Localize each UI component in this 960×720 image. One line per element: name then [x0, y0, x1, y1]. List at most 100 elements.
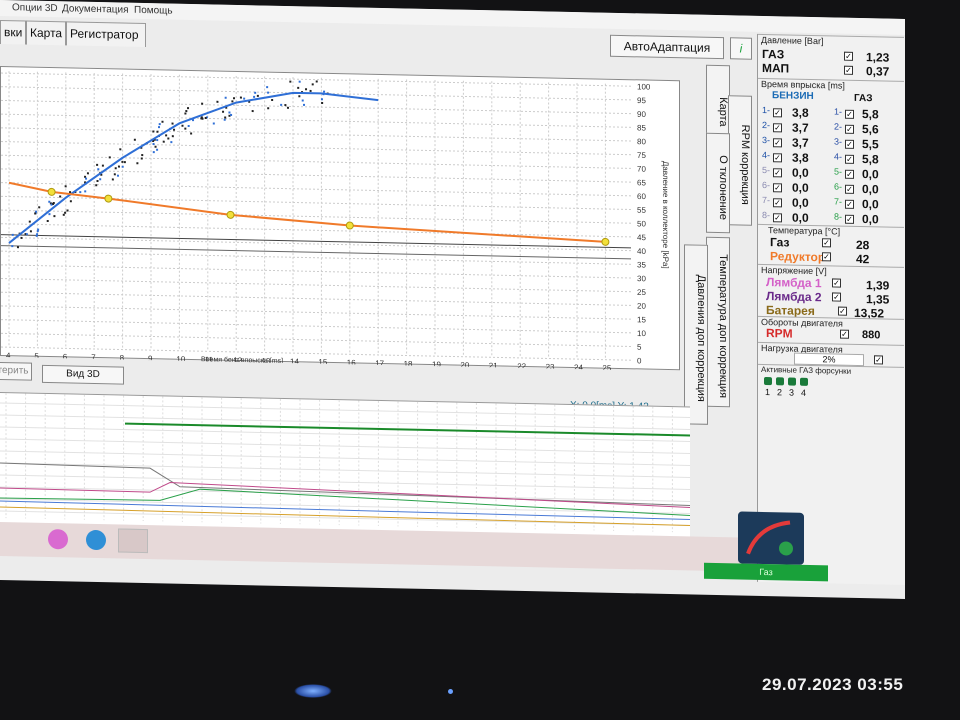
stub-button[interactable]: терить	[0, 361, 32, 381]
tab-vertical-deviation[interactable]: О тклонение	[706, 132, 730, 234]
lambda2-checkbox[interactable]: ✓	[832, 292, 841, 302]
tab-vertical-rpm[interactable]: RPM коррекция	[728, 95, 752, 226]
y-tick-label: 50	[637, 219, 646, 228]
scatter-point	[52, 202, 55, 205]
program-logo	[738, 511, 804, 565]
scatter-point	[96, 163, 99, 166]
y-tick-label: 0	[637, 356, 642, 365]
scatter-point	[85, 177, 88, 180]
orange-point[interactable]	[226, 210, 235, 219]
scatter-point	[181, 124, 184, 127]
load-checkbox[interactable]: ✓	[874, 355, 883, 365]
x-tick-label: 5	[34, 352, 39, 361]
gas-injector-checkbox[interactable]: ✓	[845, 124, 854, 134]
scatter-point	[114, 167, 117, 170]
rpm-value: 880	[862, 329, 881, 342]
x-tick-label: 15	[318, 358, 327, 367]
gas-injector-checkbox[interactable]: ✓	[845, 199, 854, 209]
scatter-point	[187, 107, 190, 110]
scatter-point	[59, 195, 62, 198]
petrol-injector-checkbox[interactable]: ✓	[773, 153, 782, 163]
petrol-injector-index: 6-	[762, 179, 771, 191]
rpm-label: RPM	[766, 326, 793, 341]
petrol-injector-value: 3,7	[792, 135, 809, 150]
edge-icon[interactable]	[86, 529, 106, 551]
gas-injector-value: 5,8	[862, 152, 879, 167]
tab-recorder[interactable]: Регистратор	[66, 21, 146, 48]
gas-injector-checkbox[interactable]: ✓	[845, 169, 854, 179]
petrol-injector-checkbox[interactable]: ✓	[773, 168, 782, 178]
gas-injector-checkbox[interactable]: ✓	[845, 139, 854, 149]
petrol-injector-checkbox[interactable]: ✓	[773, 138, 782, 148]
menu-item-options3d[interactable]: Опции 3D	[12, 2, 58, 14]
scatter-point	[289, 80, 292, 83]
scatter-point	[116, 174, 119, 177]
map-pressure-checkbox[interactable]: ✓	[844, 65, 853, 75]
gas-injector-value: 0,0	[862, 182, 879, 197]
gas-injector-checkbox[interactable]: ✓	[845, 154, 854, 164]
reducer-temp-checkbox[interactable]: ✓	[822, 252, 831, 262]
scatter-point	[28, 220, 31, 223]
injectors-section: Активные ГАЗ форсунки 1 2 3 4	[758, 363, 904, 403]
scatter-point	[152, 151, 155, 154]
autoadapt-button[interactable]: АвтоАдаптация	[610, 34, 724, 60]
y-tick-label: 100	[637, 82, 651, 91]
orange-point[interactable]	[601, 237, 610, 246]
petrol-injector-checkbox[interactable]: ✓	[773, 108, 782, 118]
scatter-point	[298, 80, 301, 83]
map-plot[interactable]: 4 5 6 7 8 9 10 11 12 13 14 15 16 17 18 19 20 21 22 23 24 25 0 5…	[0, 66, 680, 373]
petrol-injector-checkbox[interactable]: ✓	[773, 198, 782, 208]
tab-settings[interactable]: вки	[0, 20, 26, 45]
scatter-point	[25, 233, 28, 236]
tab-map[interactable]: Карта	[26, 20, 66, 46]
gas-temp-checkbox[interactable]: ✓	[822, 238, 831, 248]
plot-ylabel: Давление в коллекторе [kPa]	[661, 161, 670, 269]
scatter-point	[239, 96, 242, 99]
petrol-injector-value: 0,0	[792, 195, 809, 210]
app-icon[interactable]	[48, 529, 68, 550]
tab-vertical-temp-corr[interactable]: Температура доп коррекция	[706, 236, 730, 408]
scatter-point	[173, 128, 176, 131]
y-tick-label: 5	[637, 343, 642, 352]
orange-point[interactable]	[47, 187, 56, 196]
gas-pressure-checkbox[interactable]: ✓	[844, 51, 853, 61]
petrol-injector-index: 5-	[762, 164, 771, 176]
menu-item-docs[interactable]: Документация	[62, 3, 129, 15]
info-icon[interactable]: i	[730, 37, 752, 60]
battery-checkbox[interactable]: ✓	[838, 306, 847, 316]
map-pressure-value: 0,37	[866, 64, 890, 79]
x-tick-label: 4	[6, 351, 11, 360]
orange-point[interactable]	[345, 221, 354, 230]
petrol-injector-checkbox[interactable]: ✓	[773, 213, 782, 223]
gas-app-icon[interactable]	[118, 528, 148, 554]
scatter-point	[16, 246, 19, 249]
gas-injector-label: 2	[777, 387, 783, 398]
gas-injector-checkbox[interactable]: ✓	[845, 184, 854, 194]
scatter-point	[286, 106, 289, 109]
orange-point[interactable]	[104, 194, 113, 203]
rpm-checkbox[interactable]: ✓	[840, 329, 849, 339]
scatter-point	[185, 110, 188, 113]
scatter-point	[121, 160, 124, 163]
scatter-point	[224, 96, 227, 99]
x-tick-label: 20	[460, 361, 469, 370]
gas-injector-checkbox[interactable]: ✓	[845, 214, 854, 224]
gas-temp-value: 28	[856, 237, 870, 253]
gas-injector-checkbox[interactable]: ✓	[845, 109, 854, 119]
petrol-injector-index: 4-	[762, 149, 771, 161]
scatter-point	[171, 122, 174, 125]
lambda1-checkbox[interactable]: ✓	[832, 278, 841, 288]
temperature-section: Температура [°C] Газ ✓ 28 Редуктор ✓ 42	[758, 223, 904, 267]
scatter-point	[231, 100, 234, 103]
scatter-point	[256, 94, 259, 97]
gas-injector-label: 4	[801, 387, 807, 398]
x-tick-label: 22	[517, 362, 526, 371]
scatter-point	[161, 120, 164, 123]
scatter-point	[167, 137, 170, 140]
menu-item-help[interactable]: Помощь	[134, 5, 173, 17]
tab-vertical-pressure-corr[interactable]: Давления доп коррекция	[684, 244, 708, 425]
desk-led	[294, 684, 332, 698]
petrol-injector-checkbox[interactable]: ✓	[773, 123, 782, 133]
view3d-button[interactable]: Вид 3D	[42, 364, 124, 385]
petrol-injector-checkbox[interactable]: ✓	[773, 183, 782, 193]
